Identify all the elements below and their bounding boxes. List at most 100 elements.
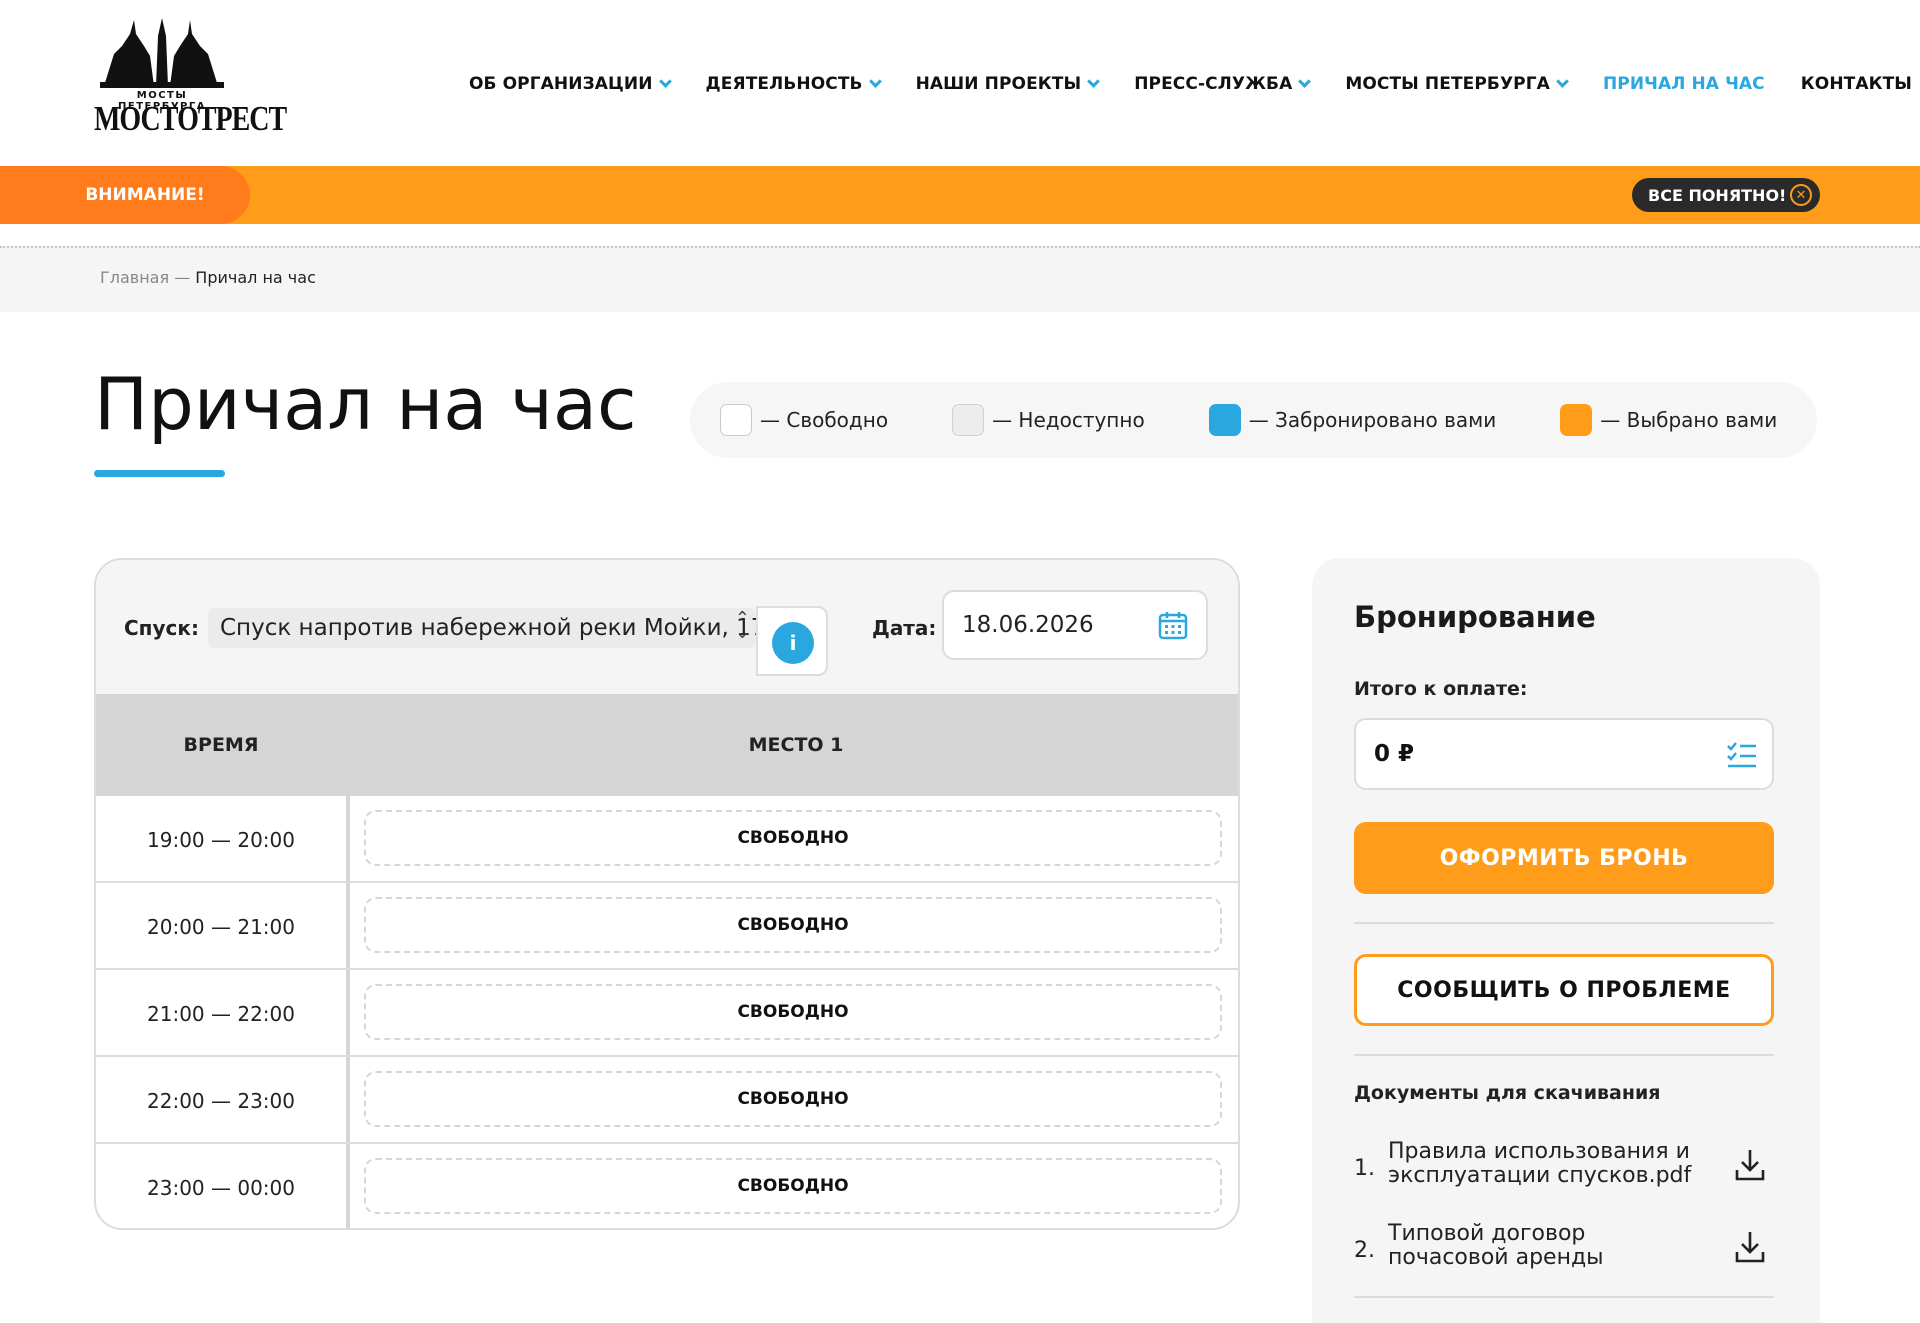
table-row: 23:00 — 00:00 СВОБОДНО: [96, 1144, 1238, 1228]
slot-cell-free[interactable]: СВОБОДНО: [364, 984, 1222, 1040]
chevron-down-icon: [1298, 74, 1312, 88]
bridge-silhouette-icon: [100, 18, 224, 88]
schedule-filters: Спуск: Спуск напротив набережной реки Мо…: [96, 560, 1238, 694]
legend-item-unavail: — Недоступно: [952, 404, 1145, 436]
breadcrumb: Главная — Причал на час: [100, 268, 316, 287]
document-number: 2.: [1354, 1238, 1375, 1263]
mostotrest-logo[interactable]: МОСТЫ ПЕТЕРБУРГА МОСТОТРЕСТ: [94, 16, 287, 144]
status-legend: — Свободно — Недоступно — Забронировано ва…: [690, 382, 1817, 458]
alert-bar: ВНИМАНИЕ! ВСЕ ПОНЯТНО! ✕: [0, 166, 1920, 224]
documents-title: Документы для скачивания: [1354, 1082, 1661, 1104]
nav-item-4[interactable]: ПРЕСС-СЛУЖБА: [1134, 74, 1312, 94]
chevron-down-icon: [1087, 74, 1101, 88]
nav-item-label: КОНТАКТЫ: [1800, 74, 1912, 94]
document-number: 1.: [1354, 1156, 1375, 1181]
divider: [1354, 1054, 1774, 1056]
schedule-rows: 19:00 — 20:00 СВОБОДНО 20:00 — 21:00 СВОБОД…: [96, 796, 1238, 1228]
divider: [1354, 1296, 1774, 1298]
select-arrows-icon: ⌃ ⌄: [734, 608, 750, 643]
date-label: Дата:: [872, 616, 937, 640]
alert-label: ВНИМАНИЕ!: [0, 166, 250, 224]
table-row: 20:00 — 21:00 СВОБОДНО: [96, 883, 1238, 970]
main-nav: ОБ ОРГАНИЗАЦИИ ДЕЯТЕЛЬНОСТЬ НАШИ ПРОЕКТЫ ПР…: [469, 70, 1912, 98]
descent-label: Спуск:: [124, 616, 199, 640]
calendar-icon[interactable]: [1158, 610, 1188, 640]
chevron-down-icon: [868, 74, 882, 88]
nav-item-3[interactable]: НАШИ ПРОЕКТЫ: [915, 74, 1101, 94]
breadcrumb-home-link[interactable]: Главная: [100, 268, 169, 287]
alert-dismiss-label: ВСЕ ПОНЯТНО!: [1648, 185, 1787, 205]
nav-item-label: ПРИЧАЛ НА ЧАС: [1602, 74, 1765, 94]
document-title[interactable]: Правила использования и эксплуатации спу…: [1388, 1140, 1708, 1188]
legend-label: — Выбрано вами: [1600, 408, 1778, 432]
info-icon: i: [789, 631, 797, 655]
time-slot-label: 21:00 — 22:00: [147, 1001, 295, 1026]
legend-item-free: — Свободно: [720, 404, 888, 436]
divider: [1354, 922, 1774, 924]
table-row: 22:00 — 23:00 СВОБОДНО: [96, 1057, 1238, 1144]
page-title: Причал на час: [94, 362, 637, 446]
total-label: Итого к оплате:: [1354, 678, 1528, 700]
breadcrumb-bar: Главная — Причал на час: [0, 246, 1920, 312]
column-header-place: МЕСТО 1: [748, 734, 844, 756]
legend-item-selected: — Выбрано вами: [1560, 404, 1777, 436]
download-icon[interactable]: [1734, 1230, 1766, 1264]
legend-item-booked: — Забронировано вами: [1208, 404, 1497, 436]
nav-item-label: ОБ ОРГАНИЗАЦИИ: [469, 74, 653, 94]
time-slot-label: 23:00 — 00:00: [147, 1175, 295, 1200]
time-slot-label: 22:00 — 23:00: [147, 1088, 295, 1113]
nav-item-label: ПРЕСС-СЛУЖБА: [1134, 74, 1293, 94]
date-input-value: 18.06.2026: [962, 612, 1094, 638]
document-title[interactable]: Типовой договор почасовой аренды: [1388, 1222, 1708, 1270]
date-input[interactable]: 18.06.2026: [942, 590, 1208, 660]
alert-dismiss-button[interactable]: ВСЕ ПОНЯТНО! ✕: [1632, 178, 1820, 212]
document-item[interactable]: 1. Правила использования и эксплуатации с…: [1354, 1140, 1774, 1196]
nav-item-label: НАШИ ПРОЕКТЫ: [915, 74, 1082, 94]
nav-item-label: МОСТЫ ПЕТЕРБУРГА: [1345, 74, 1550, 94]
nav-item-label: ДЕЯТЕЛЬНОСТЬ: [705, 74, 863, 94]
total-field: 0 ₽: [1354, 718, 1774, 790]
legend-label: — Забронировано вами: [1248, 408, 1497, 432]
title-underline: [94, 470, 225, 477]
slot-cell-free[interactable]: СВОБОДНО: [364, 1071, 1222, 1127]
breadcrumb-separator: —: [174, 268, 191, 287]
chevron-down-icon: [1556, 74, 1569, 88]
nav-item-1[interactable]: ОБ ОРГАНИЗАЦИИ: [469, 74, 672, 94]
nav-item-7[interactable]: КОНТАКТЫ: [1801, 74, 1912, 94]
nav-item-2[interactable]: ДЕЯТЕЛЬНОСТЬ: [705, 74, 882, 94]
column-header-time: ВРЕМЯ: [183, 734, 259, 756]
slot-cell-free[interactable]: СВОБОДНО: [364, 897, 1222, 953]
time-slot-label: 19:00 — 20:00: [147, 827, 295, 852]
legend-swatch: [720, 404, 752, 436]
close-icon: ✕: [1790, 184, 1812, 206]
schedule-table-header: ВРЕМЯ МЕСТО 1: [96, 694, 1238, 796]
report-problem-button[interactable]: СООБЩИТЬ О ПРОБЛЕМЕ: [1354, 954, 1774, 1026]
breadcrumb-current: Причал на час: [195, 268, 316, 287]
legend-label: — Недоступно: [992, 408, 1145, 432]
checklist-icon: [1727, 742, 1756, 768]
legend-swatch: [1208, 404, 1241, 436]
book-button[interactable]: ОФОРМИТЬ БРОНЬ: [1354, 822, 1774, 894]
nav-item-6[interactable]: ПРИЧАЛ НА ЧАС: [1603, 74, 1765, 94]
table-row: 19:00 — 20:00 СВОБОДНО: [96, 796, 1238, 883]
descent-select-value: Спуск напротив набережной реки Мойки, 17: [220, 615, 766, 641]
slot-cell-free[interactable]: СВОБОДНО: [364, 810, 1222, 866]
booking-title: Бронирование: [1354, 600, 1596, 634]
info-button[interactable]: i: [772, 622, 814, 664]
chevron-down-icon: [658, 74, 672, 88]
nav-item-5[interactable]: МОСТЫ ПЕТЕРБУРГА: [1345, 74, 1569, 94]
logo-main-text: МОСТОТРЕСТ: [94, 100, 287, 139]
download-icon[interactable]: [1734, 1148, 1766, 1182]
info-box: i: [756, 606, 828, 676]
booking-panel: Бронирование Итого к оплате: 0 ₽ ОФОРМИТ…: [1312, 558, 1820, 1323]
legend-label: — Свободно: [760, 408, 889, 432]
table-row: 21:00 — 22:00 СВОБОДНО: [96, 970, 1238, 1057]
slot-cell-free[interactable]: СВОБОДНО: [364, 1158, 1222, 1214]
legend-swatch: [1560, 404, 1593, 436]
schedule-card: Спуск: Спуск напротив набережной реки Мо…: [94, 558, 1240, 1230]
time-slot-label: 20:00 — 21:00: [147, 914, 295, 939]
descent-select[interactable]: Спуск напротив набережной реки Мойки, 17…: [208, 608, 765, 648]
site-header: МОСТЫ ПЕТЕРБУРГА МОСТОТРЕСТ ОБ ОРГАНИЗАЦ…: [0, 0, 1920, 166]
document-item[interactable]: 2. Типовой договор почасовой аренды: [1354, 1222, 1774, 1278]
total-value: 0 ₽: [1374, 741, 1415, 767]
